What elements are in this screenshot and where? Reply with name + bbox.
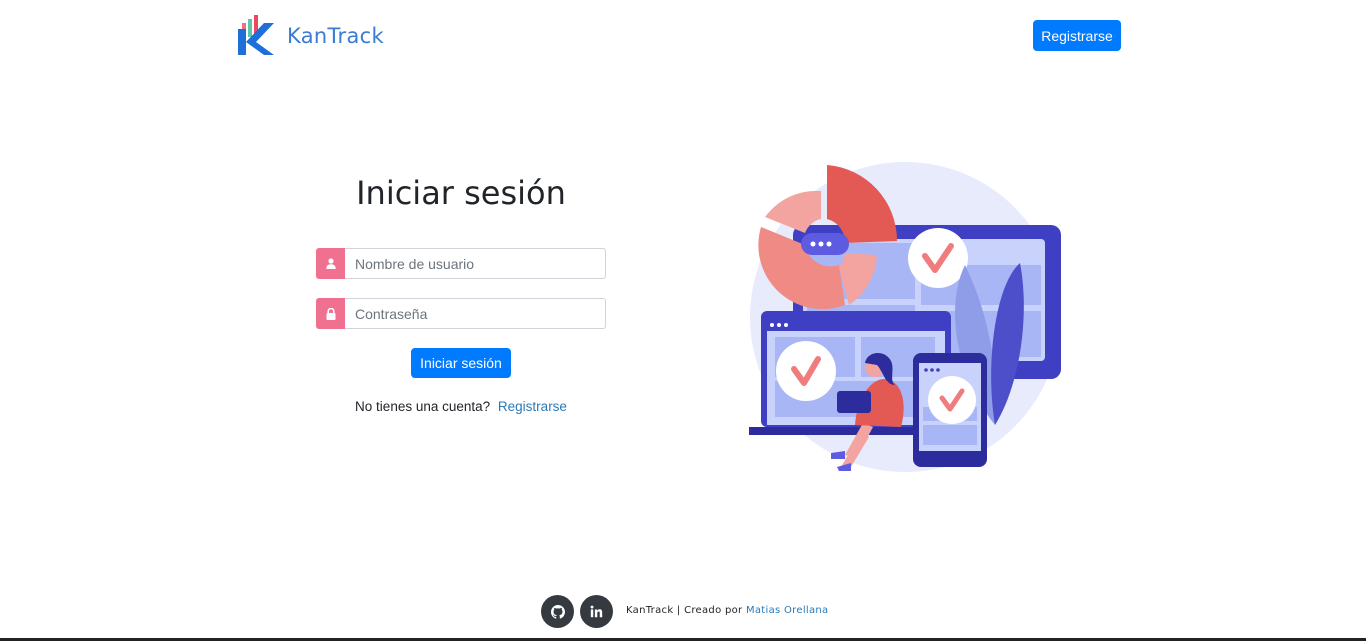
footer-separator: | xyxy=(676,605,681,616)
author-link[interactable]: Matias Orellana xyxy=(746,605,829,616)
kantrack-logo-icon xyxy=(238,15,274,55)
github-icon xyxy=(550,604,565,619)
username-group xyxy=(316,248,606,279)
brand-logo[interactable]: KanTrack xyxy=(238,15,384,57)
no-account-text: No tienes una cuenta? xyxy=(355,399,491,414)
dashboard-illustration xyxy=(749,162,1061,472)
login-form: Iniciar sesión Iniciar sesión No tienes … xyxy=(316,170,606,414)
signup-prompt: No tienes una cuenta? Registrarse xyxy=(316,399,606,414)
linkedin-link[interactable] xyxy=(580,595,613,628)
brand-name: KanTrack xyxy=(287,24,384,48)
footer-brand: KanTrack xyxy=(626,605,674,616)
user-icon xyxy=(316,248,345,279)
footer-credits: KanTrack | Creado por Matias Orellana xyxy=(626,605,828,616)
login-title: Iniciar sesión xyxy=(356,174,566,212)
register-link[interactable]: Registrarse xyxy=(498,399,567,414)
password-group xyxy=(316,298,606,329)
password-input[interactable] xyxy=(345,298,606,329)
footer-created-by: Creado por xyxy=(684,605,743,616)
username-input[interactable] xyxy=(345,248,606,279)
github-link[interactable] xyxy=(541,595,574,628)
linkedin-icon xyxy=(590,605,603,618)
lock-icon xyxy=(316,298,345,329)
login-button[interactable]: Iniciar sesión xyxy=(411,348,511,378)
site-header: KanTrack Registrarse xyxy=(0,0,1366,70)
site-footer: KanTrack | Creado por Matias Orellana xyxy=(0,593,1366,629)
register-button[interactable]: Registrarse xyxy=(1033,20,1121,51)
